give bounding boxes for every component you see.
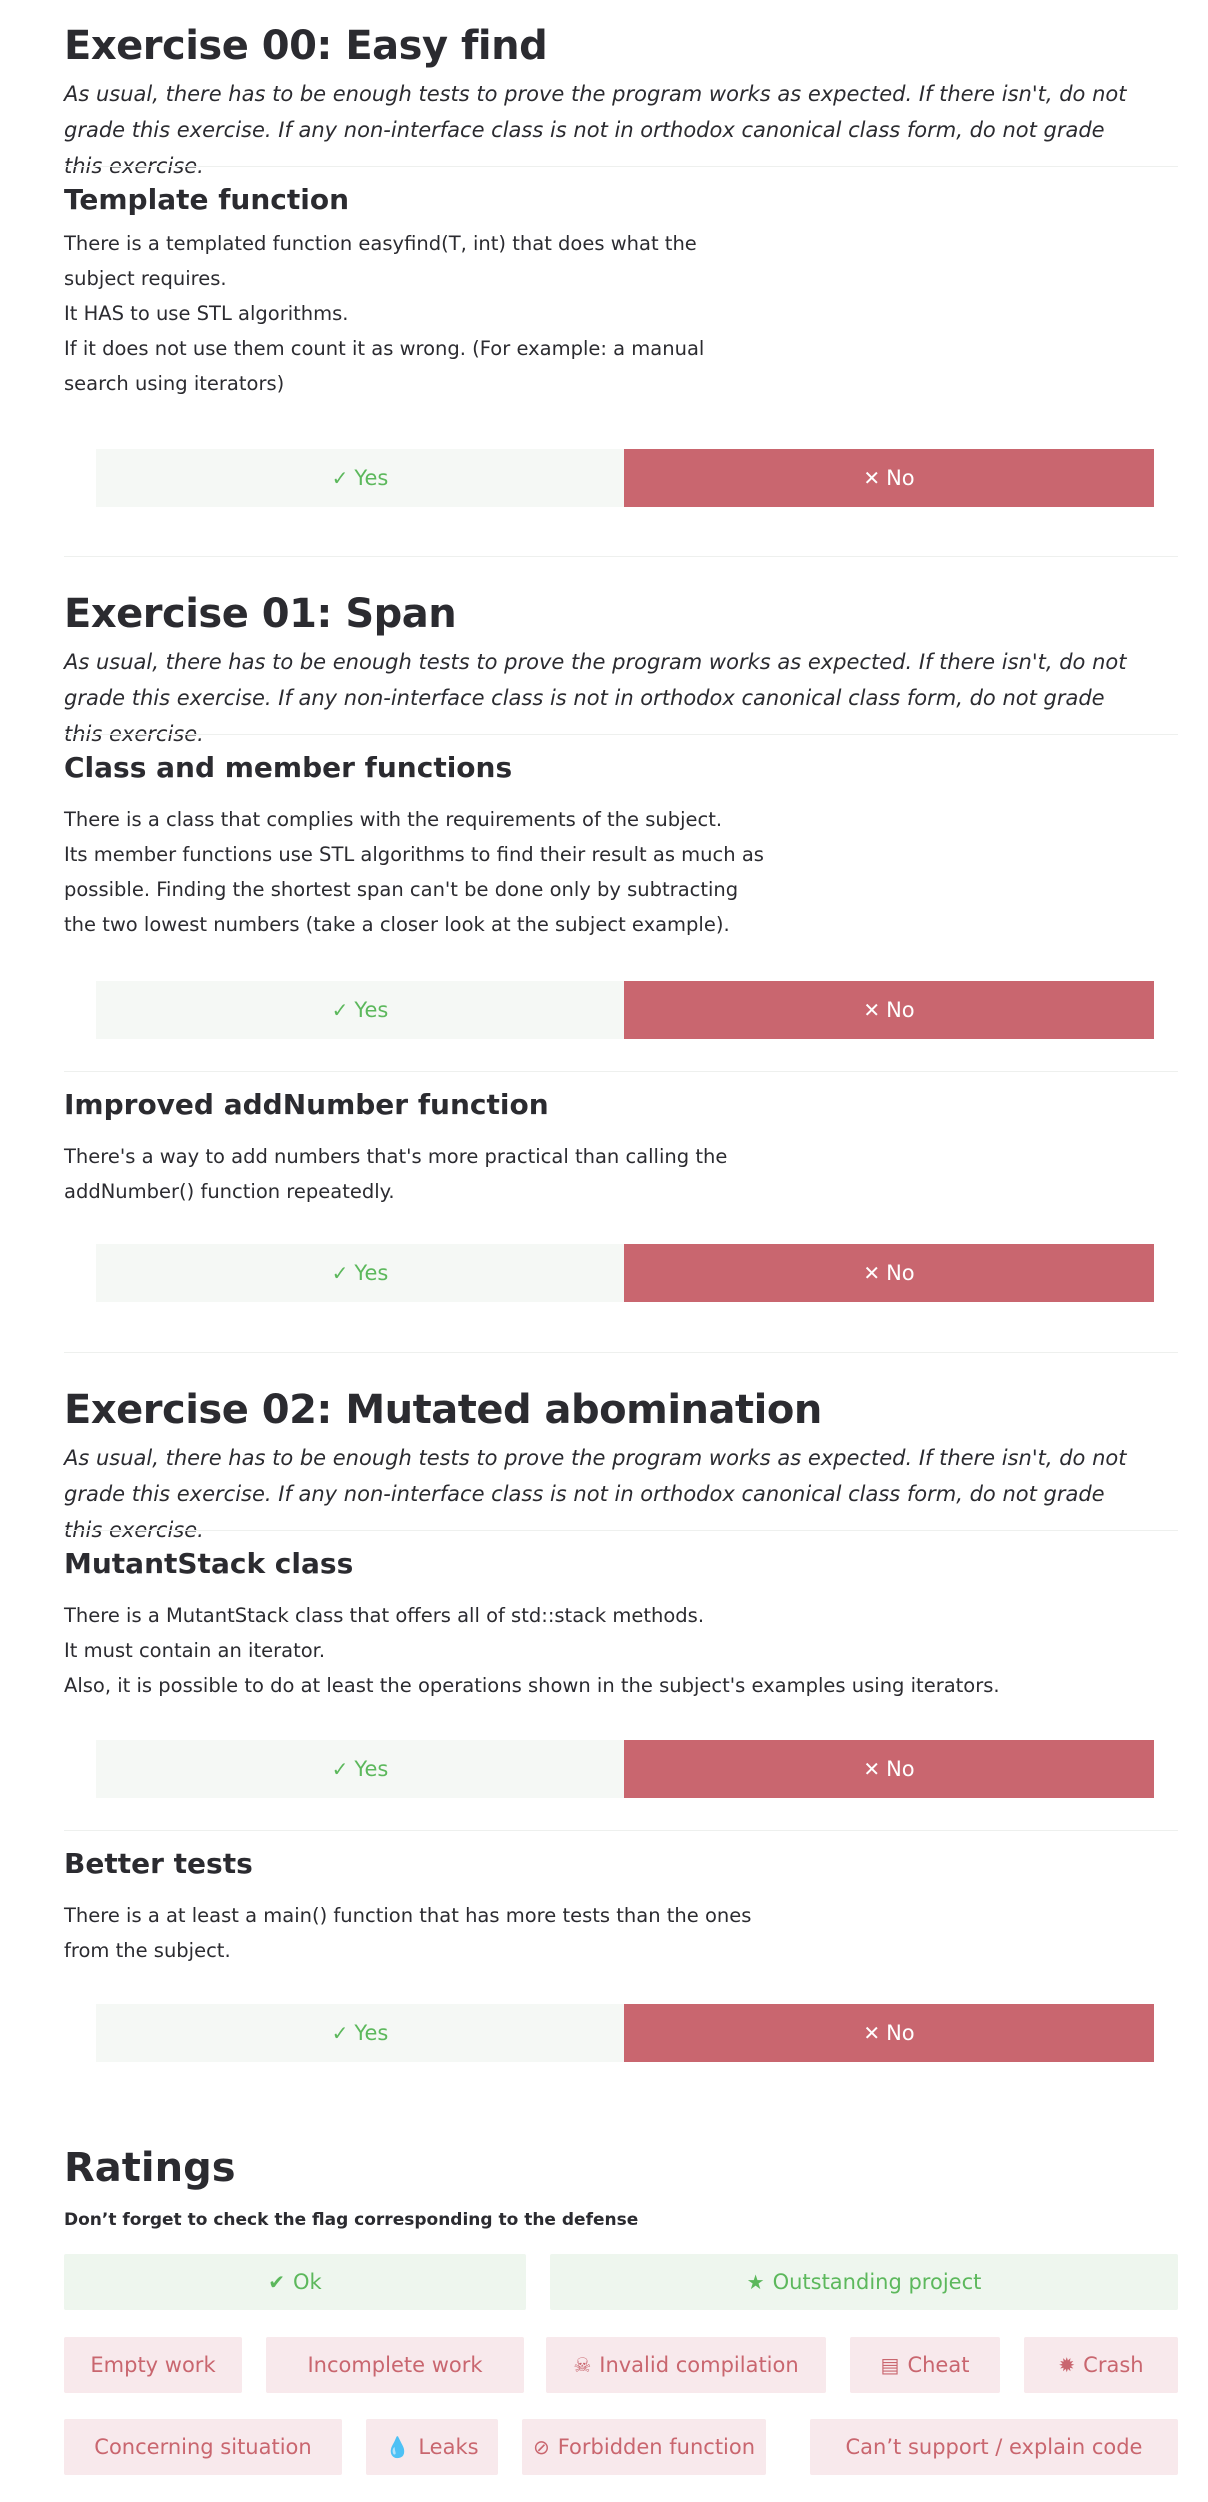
question-description: There is a templated function easyfind(T… <box>64 232 705 395</box>
yes-no-row: ✓ Yes ✕ No <box>96 981 1154 1039</box>
forbidden-icon: ⊘ <box>532 2435 550 2459</box>
flag-crash-button[interactable]: ✹ Crash <box>1024 2337 1178 2393</box>
flag-label: Can’t support / explain code <box>845 2435 1143 2459</box>
yes-no-row: ✓ Yes ✕ No <box>96 1740 1154 1798</box>
explosion-icon: ✹ <box>1058 2353 1076 2377</box>
yes-button[interactable]: ✓ Yes <box>96 1244 624 1302</box>
flag-empty-work-button[interactable]: Empty work <box>64 2337 242 2393</box>
ratings-subtitle: Don’t forget to check the flag correspon… <box>64 2210 639 2230</box>
flag-invalid-compilation-button[interactable]: ☠ Invalid compilation <box>546 2337 826 2393</box>
yes-no-row: ✓ Yes ✕ No <box>96 1244 1154 1302</box>
flag-label: Cheat <box>907 2353 970 2377</box>
question-title: Improved addNumber function <box>64 1088 549 1121</box>
exercise-02-note: As usual, there has to be enough tests t… <box>64 1446 1127 1542</box>
yes-label: Yes <box>354 998 389 1022</box>
divider <box>64 166 1178 167</box>
skull-icon: ☠ <box>573 2353 592 2377</box>
exercise-00-note: As usual, there has to be enough tests t… <box>64 82 1127 178</box>
yes-label: Yes <box>354 466 389 490</box>
yes-label: Yes <box>354 1757 389 1781</box>
flag-cant-support-button[interactable]: Can’t support / explain code <box>810 2419 1178 2475</box>
divider <box>64 1830 1178 1831</box>
no-button[interactable]: ✕ No <box>624 2004 1154 2062</box>
question-title: Better tests <box>64 1847 253 1880</box>
divider <box>64 1071 1178 1072</box>
check-outline-icon: ✓ <box>331 2021 349 2045</box>
no-label: No <box>886 2021 915 2045</box>
no-button[interactable]: ✕ No <box>624 449 1154 507</box>
no-button[interactable]: ✕ No <box>624 1244 1154 1302</box>
exercise-01-title: Exercise 01: Span <box>64 591 457 637</box>
question-description: There is a class that complies with the … <box>64 808 764 936</box>
divider <box>64 1352 1178 1353</box>
no-label: No <box>886 466 915 490</box>
flag-label: Forbidden function <box>557 2435 756 2459</box>
ratings-title: Ratings <box>64 2145 236 2191</box>
flag-leaks-button[interactable]: 💧 Leaks <box>366 2419 498 2475</box>
check-outline-icon: ✓ <box>331 466 349 490</box>
question-title: Template function <box>64 183 350 216</box>
question-description: There is a at least a main() function th… <box>64 1904 752 1962</box>
flag-label: Invalid compilation <box>599 2353 799 2377</box>
flag-forbidden-function-button[interactable]: ⊘ Forbidden function <box>522 2419 766 2475</box>
no-button[interactable]: ✕ No <box>624 1740 1154 1798</box>
close-icon: ✕ <box>863 998 881 1022</box>
divider <box>64 556 1178 557</box>
check-outline-icon: ✓ <box>331 1261 349 1285</box>
divider <box>64 734 1178 735</box>
yes-button[interactable]: ✓ Yes <box>96 449 624 507</box>
yes-label: Yes <box>354 1261 389 1285</box>
close-icon: ✕ <box>863 1757 881 1781</box>
yes-label: Yes <box>354 2021 389 2045</box>
flag-ok-button[interactable]: ✔ Ok <box>64 2254 526 2310</box>
cards-icon: ▤ <box>880 2353 900 2377</box>
no-label: No <box>886 1261 915 1285</box>
flag-concerning-situation-button[interactable]: Concerning situation <box>64 2419 342 2475</box>
flag-label: Concerning situation <box>94 2435 312 2459</box>
close-icon: ✕ <box>863 2021 881 2045</box>
divider <box>64 1530 1178 1531</box>
flag-cheat-button[interactable]: ▤ Cheat <box>850 2337 1000 2393</box>
question-title: Class and member functions <box>64 751 513 784</box>
close-icon: ✕ <box>863 1261 881 1285</box>
flag-label: Outstanding project <box>772 2270 982 2294</box>
check-outline-icon: ✓ <box>331 1757 349 1781</box>
evaluation-page: Exercise 00: Easy find As usual, there h… <box>0 0 1208 2502</box>
yes-button[interactable]: ✓ Yes <box>96 2004 624 2062</box>
no-label: No <box>886 1757 915 1781</box>
flag-label: Crash <box>1083 2353 1144 2377</box>
exercise-00-title: Exercise 00: Easy find <box>64 23 548 69</box>
check-outline-icon: ✓ <box>331 998 349 1022</box>
close-icon: ✕ <box>863 466 881 490</box>
drop-icon: 💧 <box>385 2435 411 2459</box>
question-title: MutantStack class <box>64 1547 354 1580</box>
exercise-02-title: Exercise 02: Mutated abomination <box>64 1387 822 1433</box>
no-label: No <box>886 998 915 1022</box>
exercise-01-note: As usual, there has to be enough tests t… <box>64 650 1127 746</box>
yes-no-row: ✓ Yes ✕ No <box>96 2004 1154 2062</box>
flag-outstanding-button[interactable]: ★ Outstanding project <box>550 2254 1178 2310</box>
flag-label: Incomplete work <box>307 2353 483 2377</box>
flag-label: Leaks <box>418 2435 479 2459</box>
no-button[interactable]: ✕ No <box>624 981 1154 1039</box>
question-description: There's a way to add numbers that's more… <box>64 1145 728 1203</box>
star-icon: ★ <box>746 2270 765 2294</box>
flag-incomplete-work-button[interactable]: Incomplete work <box>266 2337 524 2393</box>
flag-label: Empty work <box>90 2353 216 2377</box>
yes-button[interactable]: ✓ Yes <box>96 981 624 1039</box>
yes-button[interactable]: ✓ Yes <box>96 1740 624 1798</box>
yes-no-row: ✓ Yes ✕ No <box>96 449 1154 507</box>
flag-label: Ok <box>293 2270 322 2294</box>
question-description: There is a MutantStack class that offers… <box>64 1604 1000 1697</box>
check-icon: ✔ <box>268 2270 286 2294</box>
